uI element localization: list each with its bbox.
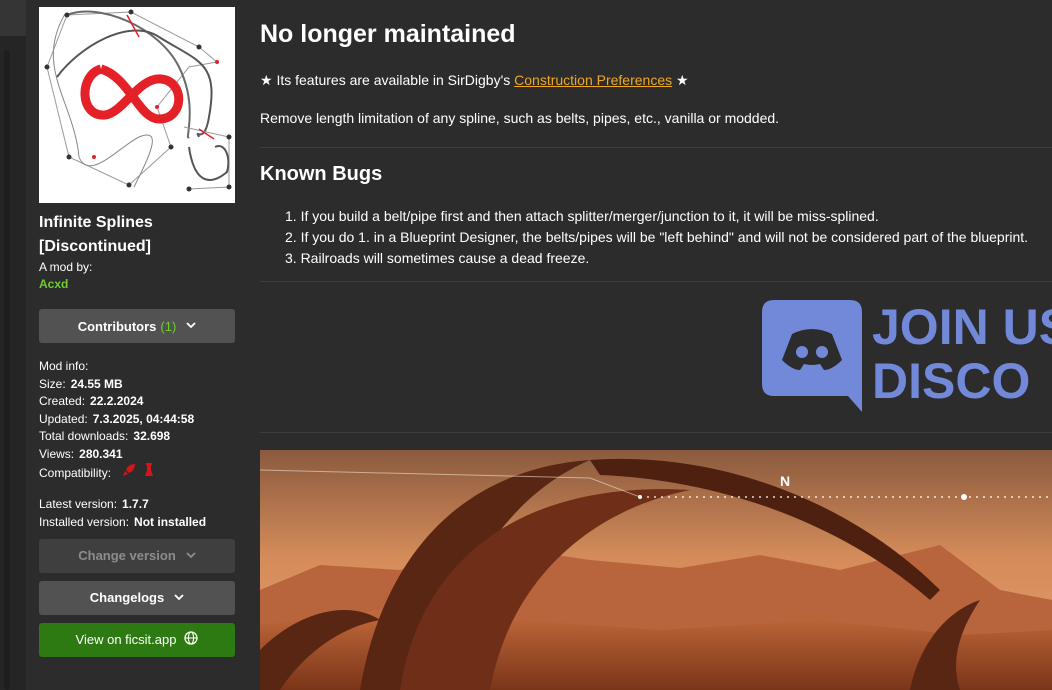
known-bugs-list: 1. If you build a belt/pipe first and th… [285, 206, 1028, 269]
updated-row: Updated: 7.3.2025, 04:44:58 [39, 411, 235, 429]
installed-version-row: Installed version: Not installed [39, 513, 235, 531]
chevron-down-icon [174, 592, 184, 604]
mod-info-label: Mod info: [39, 359, 89, 373]
game-screenshot: N [260, 450, 1052, 690]
mod-title-line1: Infinite Splines [39, 214, 153, 231]
contributors-button[interactable]: Contributors (1) [39, 309, 235, 343]
left-gutter [0, 0, 26, 690]
change-version-label: Change version [78, 548, 176, 563]
page-title: No longer maintained [260, 20, 516, 48]
latest-version-row: Latest version: 1.7.7 [39, 495, 235, 513]
views-row: Views: 280.341 [39, 446, 235, 464]
created-label: Created: [39, 394, 86, 408]
contributors-label: Contributors [77, 318, 157, 334]
size-label: Size: [39, 376, 66, 391]
ficsit-label: View on ficsit.app [75, 632, 177, 647]
feature-prefix: Its features are available in SirDigby's [276, 72, 511, 88]
known-bugs-heading: Known Bugs [260, 163, 383, 185]
mod-title: Infinite Splines [Discontinued] [39, 211, 235, 259]
changelogs-button[interactable]: Changelogs [39, 580, 235, 615]
divider [260, 281, 1052, 282]
discord-logo-icon: JOIN US DISCO [762, 300, 1052, 412]
discord-join-text: JOIN US [872, 300, 1052, 355]
author-link[interactable]: Acxd [39, 276, 235, 293]
divider [260, 147, 1052, 148]
mod-thumbnail [39, 7, 235, 203]
construction-preferences-link[interactable]: Construction Preferences [514, 72, 672, 88]
flask-icon [144, 463, 154, 480]
views-label: Views: [39, 446, 75, 461]
updated-label: Updated: [39, 411, 88, 426]
feature-notice: ★ Its features are available in SirDigby… [260, 72, 689, 89]
divider [260, 432, 1052, 433]
size-row: Size: 24.55 MB [39, 376, 235, 394]
alien-landscape-image: N [260, 450, 1052, 690]
star-left: ★ [260, 72, 273, 88]
author-label: A mod by: [39, 260, 93, 274]
downloads-label: Total downloads: [39, 429, 129, 443]
latest-version-label: Latest version: [39, 496, 118, 511]
updated-value: 7.3.2025, 04:44:58 [92, 411, 195, 426]
change-version-button[interactable]: Change version [39, 538, 235, 573]
gutter-top-block [0, 0, 26, 36]
description-text: Remove length limitation of any spline, … [260, 110, 780, 126]
discord-banner[interactable]: JOIN US DISCO [762, 300, 1052, 412]
created-row: Created: 22.2.2024 [39, 393, 235, 411]
downloads-row: Total downloads: 32.698 [39, 428, 235, 446]
mod-info: Mod info: Size: 24.55 MB Created: 22.2.202… [39, 358, 235, 483]
mod-title-line2: [Discontinued] [39, 238, 151, 255]
latest-version-value: 1.7.7 [122, 496, 149, 511]
discord-server-text: DISCO [872, 353, 1030, 409]
downloads-value: 32.698 [133, 429, 171, 443]
installed-version-value: Not installed [134, 514, 207, 529]
view-on-ficsit-button[interactable]: View on ficsit.app [39, 622, 235, 657]
chevron-down-icon [186, 320, 196, 332]
contributors-count: (1) [160, 318, 177, 334]
chevron-down-icon [186, 550, 196, 562]
size-value: 24.55 MB [70, 376, 123, 391]
changelogs-label: Changelogs [89, 590, 165, 605]
gutter-scrollbar[interactable] [4, 50, 10, 690]
compass-north: N [780, 473, 790, 489]
spline-infinity-logo-icon [44, 9, 232, 192]
compatibility-label: Compatibility: [39, 466, 112, 480]
compatibility-row: Compatibility: [39, 463, 235, 483]
list-item: 3. Railroads will sometimes cause a dead… [285, 250, 590, 266]
created-value: 22.2.2024 [90, 394, 144, 408]
list-item: 1. If you build a belt/pipe first and th… [285, 208, 879, 224]
version-info: Latest version: 1.7.7 Installed version: N… [39, 495, 235, 531]
globe-icon [184, 631, 199, 648]
star-right: ★ [676, 72, 689, 88]
installed-version-label: Installed version: [39, 514, 130, 529]
views-value: 280.341 [79, 446, 123, 461]
mod-sidebar: Infinite Splines [Discontinued] A mod by… [39, 7, 235, 657]
list-item: 2. If you do 1. in a Blueprint Designer,… [285, 229, 1029, 245]
rocket-icon [122, 464, 139, 480]
